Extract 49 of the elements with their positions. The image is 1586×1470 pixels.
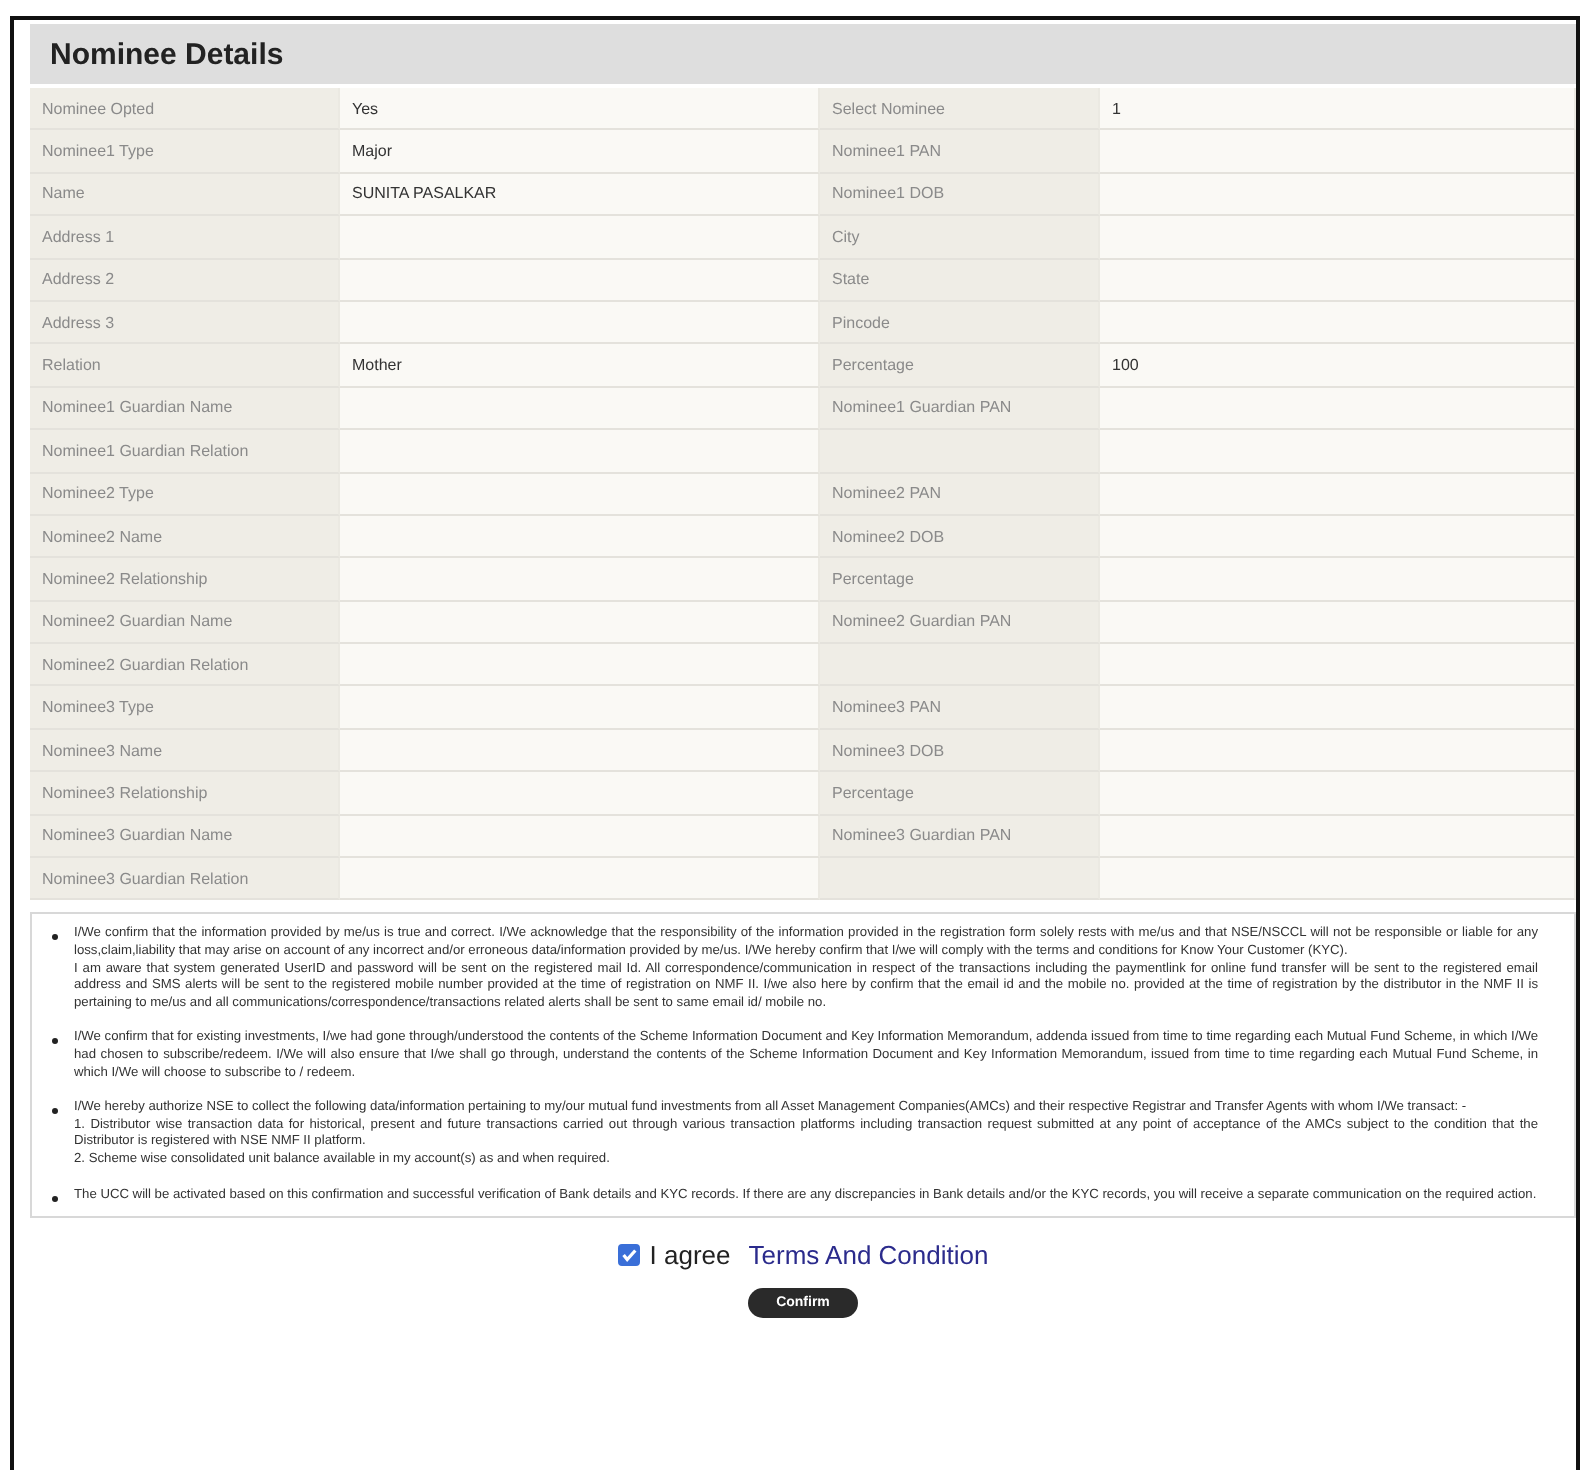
field-label: Nominee3 Guardian Name xyxy=(30,815,340,859)
field-label: Nominee3 PAN xyxy=(820,686,1100,730)
terms-link[interactable]: Terms And Condition xyxy=(748,1240,989,1271)
field-label: Address 3 xyxy=(30,301,340,345)
field-label: Pincode xyxy=(820,301,1100,345)
field-value: Mother xyxy=(340,344,820,388)
field-value: SUNITA PASALKAR xyxy=(340,173,820,217)
field-label: Name xyxy=(30,173,340,217)
field-value: 100 xyxy=(1100,344,1576,388)
agree-checkbox[interactable] xyxy=(617,1244,640,1267)
field-label: Nominee2 Guardian Name xyxy=(30,601,340,645)
field-label: Nominee3 DOB xyxy=(820,729,1100,773)
field-label: Nominee2 Name xyxy=(30,515,340,559)
field-label: Address 2 xyxy=(30,259,340,302)
field-label: Nominee1 Type xyxy=(30,130,340,174)
field-label: Nominee1 Guardian PAN xyxy=(820,387,1100,431)
field-label: Nominee3 Guardian Relation xyxy=(30,858,340,901)
field-label: Nominee1 DOB xyxy=(820,173,1100,217)
field-label: Nominee2 Guardian PAN xyxy=(820,601,1100,645)
field-label: Nominee2 Guardian Relation xyxy=(30,644,340,687)
field-label: Nominee1 Guardian Relation xyxy=(30,430,340,474)
bullet-icon xyxy=(52,934,58,941)
field-label: City xyxy=(820,216,1100,260)
field-label: Select Nominee xyxy=(820,88,1100,131)
field-label: Nominee2 PAN xyxy=(820,473,1100,516)
field-label: Nominee3 Name xyxy=(30,729,340,773)
field-value: Yes xyxy=(340,88,820,131)
field-label: Nominee Opted xyxy=(30,88,340,131)
field-label: Nominee3 Type xyxy=(30,686,340,730)
bullet-icon xyxy=(52,1195,58,1202)
field-label: State xyxy=(820,259,1100,302)
agree-label: I agree xyxy=(649,1240,731,1271)
section-title: Nominee Details xyxy=(30,24,1576,84)
field-label: Address 1 xyxy=(30,216,340,260)
field-label: Nominee1 Guardian Name xyxy=(30,387,340,431)
field-label: Nominee3 Guardian PAN xyxy=(820,815,1100,859)
field-label: Percentage xyxy=(820,772,1100,816)
field-value: Major xyxy=(340,130,820,174)
bullet-icon xyxy=(52,1038,58,1045)
field-label: Nominee2 Type xyxy=(30,473,340,516)
field-label: Percentage xyxy=(820,558,1100,602)
field-label: Nominee2 DOB xyxy=(820,515,1100,559)
field-label: Percentage xyxy=(820,344,1100,388)
field-label: Nominee1 PAN xyxy=(820,130,1100,174)
field-label: Nominee2 Relationship xyxy=(30,558,340,602)
bullet-icon xyxy=(52,1108,58,1115)
field-label: Nominee3 Relationship xyxy=(30,772,340,816)
field-value: 1 xyxy=(1100,88,1576,131)
field-label: Relation xyxy=(30,344,340,388)
